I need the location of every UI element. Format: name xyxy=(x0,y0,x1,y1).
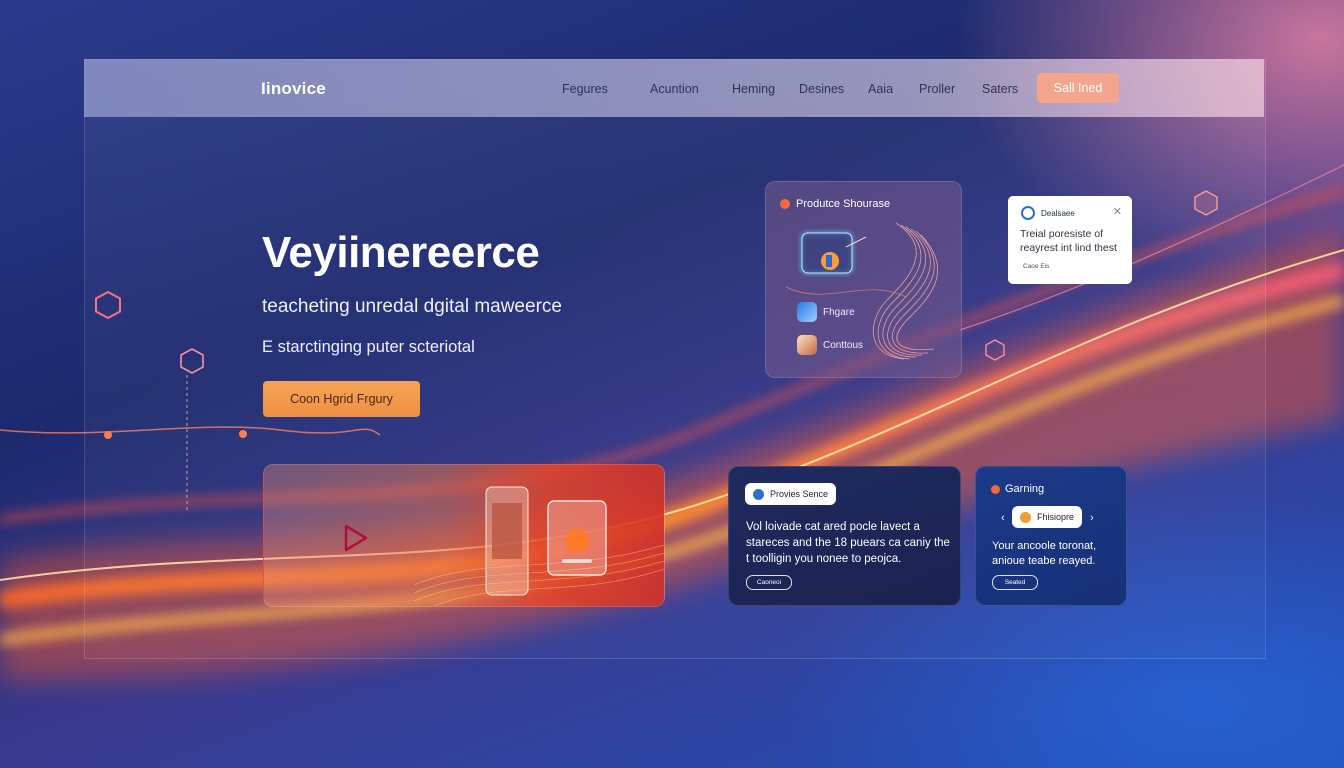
nav-link-proller[interactable]: Proller xyxy=(919,82,955,96)
chevron-left-icon[interactable]: ‹ xyxy=(1001,512,1005,524)
hero-title: Veyiinereerce xyxy=(262,228,540,277)
nav-link-desines[interactable]: Desines xyxy=(799,82,844,96)
close-icon[interactable]: ✕ xyxy=(1113,205,1122,218)
chevron-right-icon[interactable]: › xyxy=(1090,512,1094,524)
popup-title: Dealsaee xyxy=(1041,208,1075,218)
showcase-item-label: Conttous xyxy=(823,339,864,351)
nav-link-features[interactable]: Fegures xyxy=(562,82,608,96)
showcase-header: Produtce Shourase xyxy=(780,198,890,210)
video-illustration xyxy=(413,486,664,606)
nav-cta-button[interactable]: Sall Ined xyxy=(1037,73,1119,103)
top-nav: Iinovice Fegures Acuntion Heming Desines… xyxy=(84,59,1264,117)
showcase-dot-icon xyxy=(780,199,790,209)
product-showcase-card[interactable]: Produtce Shourase Fhgare Conttous xyxy=(765,181,962,378)
hero-cta-button[interactable]: Coon Hgrid Frgury xyxy=(263,381,420,417)
showcase-item[interactable]: Conttous xyxy=(797,335,863,355)
nav-link-saters[interactable]: Saters xyxy=(982,82,1018,96)
gaming-chip-label: Fhisiopre xyxy=(1037,512,1075,522)
nav-link-acuntion[interactable]: Acuntion xyxy=(650,82,699,96)
popup-body: Treial poresiste of reayrest int lind th… xyxy=(1020,228,1117,254)
logo[interactable]: Iinovice xyxy=(261,79,326,99)
gaming-dot-icon xyxy=(991,484,1000,494)
service-icon xyxy=(753,488,764,500)
video-card[interactable] xyxy=(263,464,665,607)
gaming-card[interactable]: Garning ‹ Fhisiopre › Your ancoole toron… xyxy=(975,466,1127,606)
preview-button[interactable]: Caoneoi xyxy=(746,575,792,590)
showcase-title: Produtce Shourase xyxy=(796,198,891,210)
preview-service-card[interactable]: Provies Sence Vol loivade cat ared pocle… xyxy=(728,466,961,606)
preview-chip[interactable]: Provies Sence xyxy=(745,483,837,505)
showcase-item-label: Fhgare xyxy=(823,306,855,318)
gaming-chip[interactable]: Fhisiopre xyxy=(1012,506,1083,528)
popup-footer-link[interactable]: Caoe Eis xyxy=(1023,263,1049,270)
notification-popup[interactable]: Dealsaee ✕ Treial poresiste of reayrest … xyxy=(1008,196,1132,284)
popup-icon xyxy=(1021,206,1035,220)
play-icon[interactable] xyxy=(342,523,370,553)
preview-chip-label: Provies Sence xyxy=(770,489,829,499)
gaming-header: Garning xyxy=(991,483,1044,495)
game-icon xyxy=(1020,511,1031,523)
avatar xyxy=(797,302,817,322)
gaming-text: Your ancoole toronat, anioue teabe reaye… xyxy=(992,540,1097,567)
preview-text: Vol loivade cat ared pocle lavect a star… xyxy=(746,521,950,565)
popup-header: Dealsaee xyxy=(1021,206,1075,220)
hero-description: E starctinging puter scteriotal xyxy=(262,338,475,356)
nav-link-heming[interactable]: Heming xyxy=(732,82,775,96)
nav-link-aaia[interactable]: Aaia xyxy=(868,82,893,96)
gaming-title: Garning xyxy=(1005,483,1045,495)
gaming-button[interactable]: Seated xyxy=(992,575,1038,590)
avatar xyxy=(797,335,817,355)
showcase-item[interactable]: Fhgare xyxy=(797,302,855,322)
hero-subtitle: teacheting unredal dgital maweerce xyxy=(262,296,562,317)
